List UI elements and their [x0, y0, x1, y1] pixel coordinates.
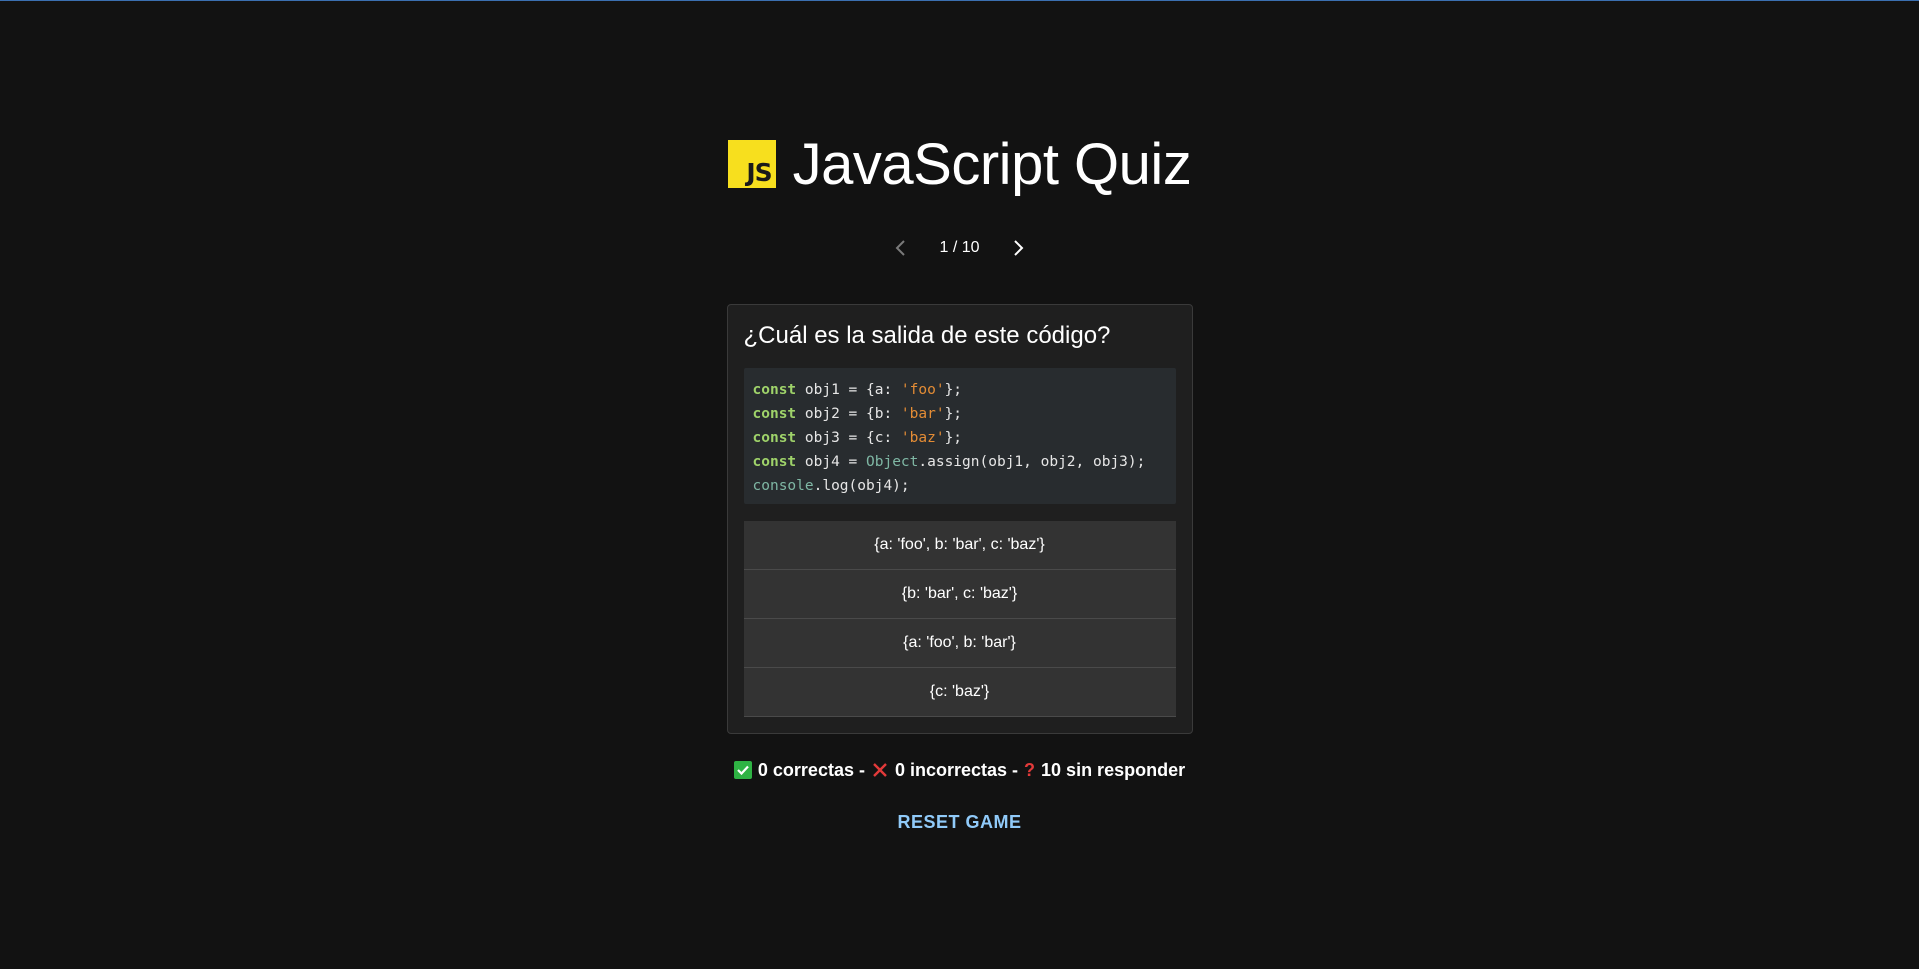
code-token: 'foo' — [900, 382, 945, 398]
header: JS JavaScript Quiz — [727, 131, 1192, 197]
correct-count: 0 correctas - — [757, 759, 865, 780]
page-title: JavaScript Quiz — [792, 131, 1192, 197]
code-token: .assign(obj1, obj2, obj3); — [918, 454, 1146, 470]
question-mark-icon: ? — [1024, 759, 1036, 780]
code-block: const obj1 = {a: 'foo'}; const obj2 = {b:… — [743, 368, 1176, 504]
code-token: }; — [944, 430, 963, 446]
quiz-app: JS JavaScript Quiz 1 / 10 ¿Cuál es la sa… — [0, 0, 1919, 969]
js-logo-icon: JS — [727, 140, 776, 188]
code-token: 'bar' — [900, 406, 945, 422]
next-question-button[interactable] — [998, 234, 1038, 262]
code-token: const — [752, 454, 797, 470]
code-token: console — [752, 478, 814, 494]
answer-list: {a: 'foo', b: 'bar', c: 'baz'} {b: 'bar',… — [743, 521, 1176, 717]
code-token: const — [752, 406, 797, 422]
chevron-right-icon — [1013, 240, 1023, 256]
question-card: ¿Cuál es la salida de este código? const… — [726, 304, 1193, 734]
answer-option[interactable]: {a: 'foo', b: 'bar'} — [743, 619, 1176, 668]
code-line: const obj1 = {a: 'foo'}; — [753, 378, 1167, 402]
code-token: .log(obj4); — [813, 478, 910, 494]
answer-option[interactable]: {a: 'foo', b: 'bar', c: 'baz'} — [743, 521, 1176, 570]
js-logo-text: JS — [746, 158, 772, 187]
code-line: const obj4 = Object.assign(obj1, obj2, o… — [753, 450, 1167, 474]
code-token: const — [752, 430, 797, 446]
code-token: }; — [944, 406, 963, 422]
check-icon — [733, 761, 752, 779]
code-token: Object — [866, 454, 919, 470]
question-text: ¿Cuál es la salida de este código? — [743, 322, 1111, 349]
reset-game-button[interactable]: RESET GAME — [897, 812, 1021, 833]
question-pager: 1 / 10 — [881, 234, 1037, 262]
code-token: obj4 = — [796, 454, 866, 470]
code-line: const obj3 = {c: 'baz'}; — [753, 426, 1167, 450]
prev-question-button[interactable] — [881, 234, 921, 262]
code-token: }; — [944, 382, 963, 398]
question-counter: 1 / 10 — [939, 239, 980, 256]
incorrect-count: 0 incorrectas - — [894, 759, 1019, 780]
code-token: obj2 = {b: — [796, 406, 901, 422]
code-token: obj3 = {c: — [796, 430, 901, 446]
unanswered-count: 10 sin responder — [1041, 759, 1186, 780]
code-token: obj1 = {a: — [796, 382, 901, 398]
chevron-left-icon — [896, 240, 906, 256]
answer-option[interactable]: {c: 'baz'} — [743, 668, 1176, 717]
answer-option[interactable]: {b: 'bar', c: 'baz'} — [743, 570, 1176, 619]
code-token: 'baz' — [900, 430, 945, 446]
code-line: console.log(obj4); — [753, 474, 1167, 498]
code-line: const obj2 = {b: 'bar'}; — [753, 402, 1167, 426]
code-token: const — [752, 382, 797, 398]
cross-icon — [871, 761, 889, 779]
score-summary: 0 correctas - 0 incorrectas - ? 10 sin r… — [733, 758, 1186, 782]
